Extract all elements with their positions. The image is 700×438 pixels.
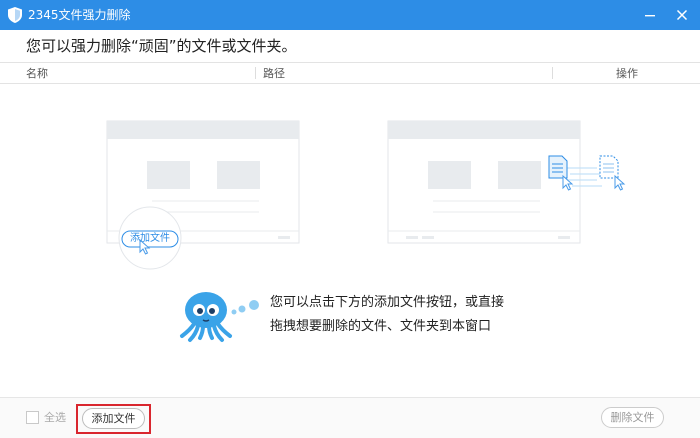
illustration-add-file-label: 添加文件 [130,233,170,244]
file-list-header: 名称 路径 操作 [0,62,700,84]
document-icon [599,155,619,179]
drag-drop-hint: 您可以点击下方的添加文件按钮，或直接 拖拽想要删除的文件、文件夹到本窗口 [270,291,504,339]
select-all-label[interactable]: 全选 [44,410,66,425]
select-all-checkbox[interactable] [26,411,39,424]
title-bar: 2345文件强力删除 [0,0,700,30]
column-separator[interactable] [552,67,553,79]
window-title: 2345文件强力删除 [28,8,131,22]
drag-drop-illustration [387,120,626,244]
minimize-icon [645,15,655,17]
column-path: 路径 [263,67,285,80]
highlight-box [76,404,151,434]
hint-line-2: 拖拽想要删除的文件、文件夹到本窗口 [270,319,492,334]
delete-file-button[interactable]: 删除文件 [601,407,664,428]
add-file-illustration [106,120,300,270]
column-separator[interactable] [255,67,256,79]
column-action: 操作 [616,67,638,80]
shield-icon [8,7,22,23]
octopus-mascot-icon [180,292,259,342]
close-icon [676,9,688,21]
close-button[interactable] [666,0,698,30]
column-name: 名称 [26,67,48,80]
minimize-button[interactable] [634,0,666,30]
hint-line-1: 您可以点击下方的添加文件按钮，或直接 [270,295,505,310]
document-icon [548,155,568,179]
cursor-icon [614,174,626,191]
header-description: 您可以强力删除“顽固”的文件或文件夹。 [26,37,297,55]
